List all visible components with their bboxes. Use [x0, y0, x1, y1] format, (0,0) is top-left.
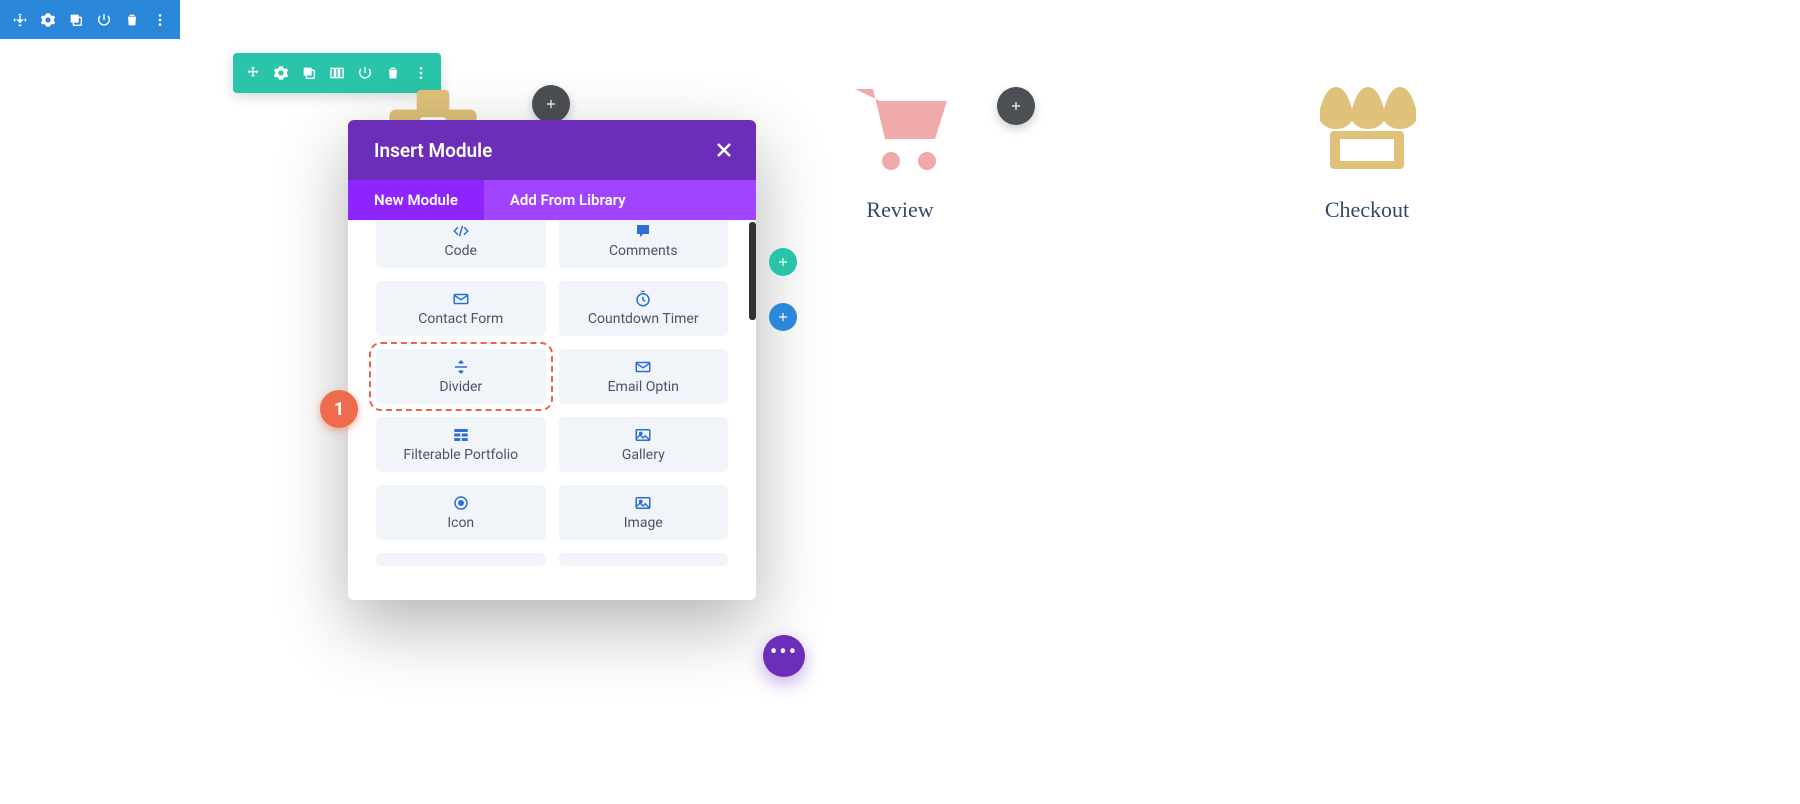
image-icon [634, 426, 652, 444]
module-gallery[interactable]: Gallery [559, 417, 729, 472]
tab-new-module[interactable]: New Module [348, 180, 484, 220]
cart-icon [845, 79, 955, 177]
module-filterable-portfolio[interactable]: Filterable Portfolio [376, 417, 546, 472]
module-icon[interactable]: Icon [376, 485, 546, 540]
callout-badge: 1 [320, 390, 358, 428]
envelope-icon [634, 358, 652, 376]
duplicate-icon[interactable] [62, 6, 90, 34]
module-divider[interactable]: Divider [376, 349, 546, 404]
module-label: Gallery [622, 447, 665, 463]
module-contact-form[interactable]: Contact Form [376, 281, 546, 336]
envelope-icon [452, 290, 470, 308]
settings-icon[interactable] [34, 6, 62, 34]
comments-icon [634, 222, 652, 240]
move-icon[interactable] [6, 6, 34, 34]
module-label: Filterable Portfolio [403, 447, 518, 463]
module-code[interactable]: Code [376, 220, 546, 268]
section-toolbar [0, 0, 180, 39]
power-icon[interactable] [90, 6, 118, 34]
delete-icon[interactable] [118, 6, 146, 34]
modal-title: Insert Module [374, 139, 492, 162]
module-label: Comments [609, 243, 678, 259]
close-icon[interactable] [712, 138, 736, 162]
module-label: Icon [447, 515, 474, 531]
add-column-button[interactable] [997, 87, 1035, 125]
add-section-button[interactable] [769, 303, 797, 331]
storefront-icon [1312, 79, 1422, 177]
builder-fab[interactable]: ••• [763, 635, 805, 677]
ellipsis-icon: ••• [770, 642, 798, 664]
module-comments[interactable]: Comments [559, 220, 729, 268]
divider-icon [452, 358, 470, 376]
modal-header: Insert Module [348, 120, 756, 180]
insert-module-modal: Insert Module New Module Add From Librar… [348, 120, 756, 600]
module-label: Image [624, 515, 663, 531]
target-icon [452, 494, 470, 512]
grid-icon [452, 426, 470, 444]
scrollbar-thumb[interactable] [749, 222, 756, 320]
column-checkout: Checkout [1134, 79, 1600, 223]
modal-body: Code Comments Contact Form Countdown Tim… [348, 220, 756, 600]
module-label: Countdown Timer [588, 311, 699, 327]
module-card[interactable] [559, 553, 729, 566]
module-image[interactable]: Image [559, 485, 729, 540]
column-label: Review [866, 197, 933, 223]
code-icon [452, 222, 470, 240]
module-countdown-timer[interactable]: Countdown Timer [559, 281, 729, 336]
module-label: Code [445, 243, 477, 259]
timer-icon [634, 290, 652, 308]
add-row-button[interactable] [769, 248, 797, 276]
tab-add-from-library[interactable]: Add From Library [484, 180, 652, 220]
more-icon[interactable] [146, 6, 174, 34]
module-label: Divider [439, 379, 482, 395]
add-column-button[interactable] [532, 85, 570, 123]
module-label: Contact Form [418, 311, 503, 327]
image-icon [634, 494, 652, 512]
modal-tabs: New Module Add From Library [348, 180, 756, 220]
module-card[interactable] [376, 553, 546, 566]
module-label: Email Optin [608, 379, 679, 395]
column-label: Checkout [1325, 197, 1409, 223]
module-email-optin[interactable]: Email Optin [559, 349, 729, 404]
